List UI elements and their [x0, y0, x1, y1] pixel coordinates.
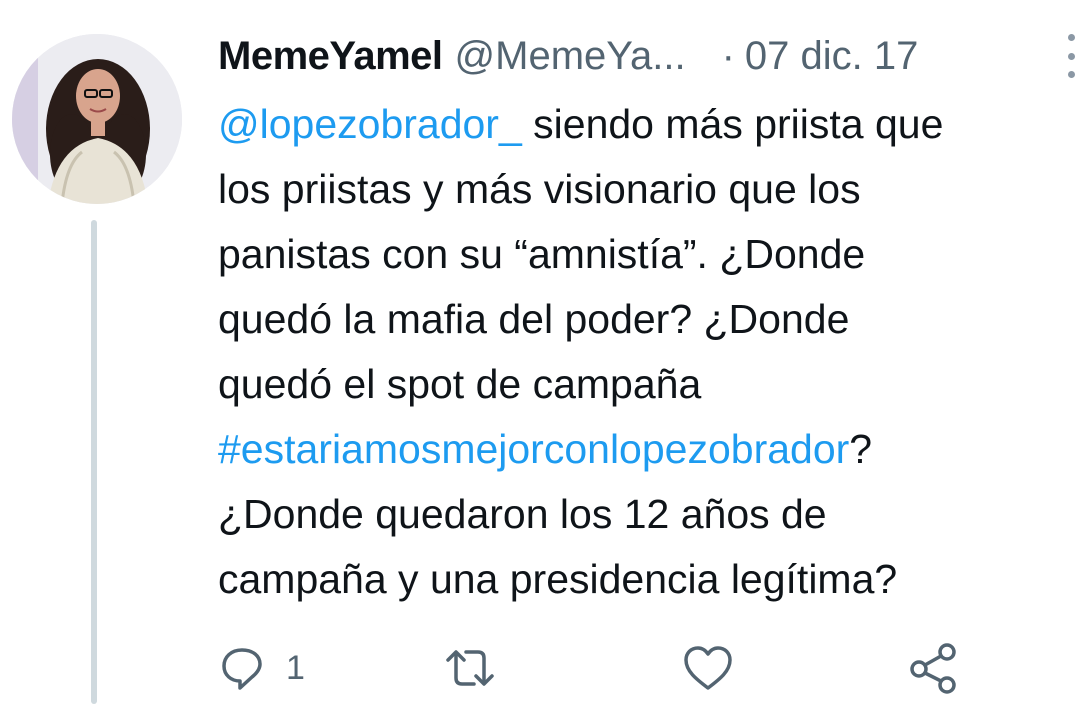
share-icon: [910, 643, 956, 694]
reply-count: 1: [286, 648, 305, 687]
tweet-text-segment: siendo más priista que: [521, 101, 944, 147]
tweet-text-line: @lopezobrador_ siendo más priista que: [218, 92, 1068, 157]
tweet-text-line: campaña y una presidencia legítima?: [218, 547, 1068, 612]
tweet-text-line: panistas con su “amnistía”. ¿Donde: [218, 222, 1068, 287]
like-icon: [684, 646, 732, 690]
tweet-text-segment: campaña y una presidencia legítima?: [218, 556, 898, 602]
reply-icon: [222, 648, 262, 690]
tweet-text-line: ¿Donde quedaron los 12 años de: [218, 482, 1068, 547]
retweet-button[interactable]: [440, 638, 500, 698]
tweet-text: @lopezobrador_ siendo más priista que los…: [218, 92, 1068, 612]
avatar-image: [12, 34, 182, 204]
action-bar: 1: [218, 638, 978, 698]
share-button[interactable]: [908, 638, 960, 698]
hashtag-link[interactable]: #estariamosmejorconlopezobrador: [218, 426, 849, 472]
tweet-header: MemeYamel @MemeYa... · 07 dic. 17: [218, 28, 918, 84]
tweet-text-line: quedó el spot de campaña: [218, 352, 1068, 417]
author-display-name[interactable]: MemeYamel: [218, 34, 443, 79]
separator-dot: ·: [721, 33, 735, 78]
tweet-text-line: #estariamosmejorconlopezobrador?: [218, 417, 1068, 482]
thread-line: [91, 220, 97, 704]
tweet-text-segment: quedó la mafia del poder? ¿Donde: [218, 296, 850, 342]
retweet-icon: [446, 650, 494, 686]
like-button[interactable]: [682, 638, 734, 698]
tweet-text-segment: ¿Donde quedaron los 12 años de: [218, 491, 827, 537]
tweet[interactable]: MemeYamel @MemeYa... · 07 dic. 17 @lopez…: [0, 0, 1078, 704]
tweet-text-segment: ?: [849, 426, 873, 472]
avatar[interactable]: [12, 34, 182, 204]
tweet-text-line: los priistas y más visionario que los: [218, 157, 1068, 222]
tweet-date[interactable]: 07 dic. 17: [745, 34, 918, 79]
tweet-text-segment: panistas con su “amnistía”. ¿Donde: [218, 231, 866, 277]
tweet-text-segment: quedó el spot de campaña: [218, 361, 702, 407]
tweet-text-line: quedó la mafia del poder? ¿Donde: [218, 287, 1068, 352]
reply-button[interactable]: 1: [218, 638, 305, 698]
tweet-text-segment: los priistas y más visionario que los: [218, 166, 861, 212]
mention-link[interactable]: @lopezobrador_: [218, 101, 522, 147]
more-options-icon[interactable]: [1064, 34, 1078, 78]
author-handle[interactable]: @MemeYa...: [455, 34, 686, 79]
